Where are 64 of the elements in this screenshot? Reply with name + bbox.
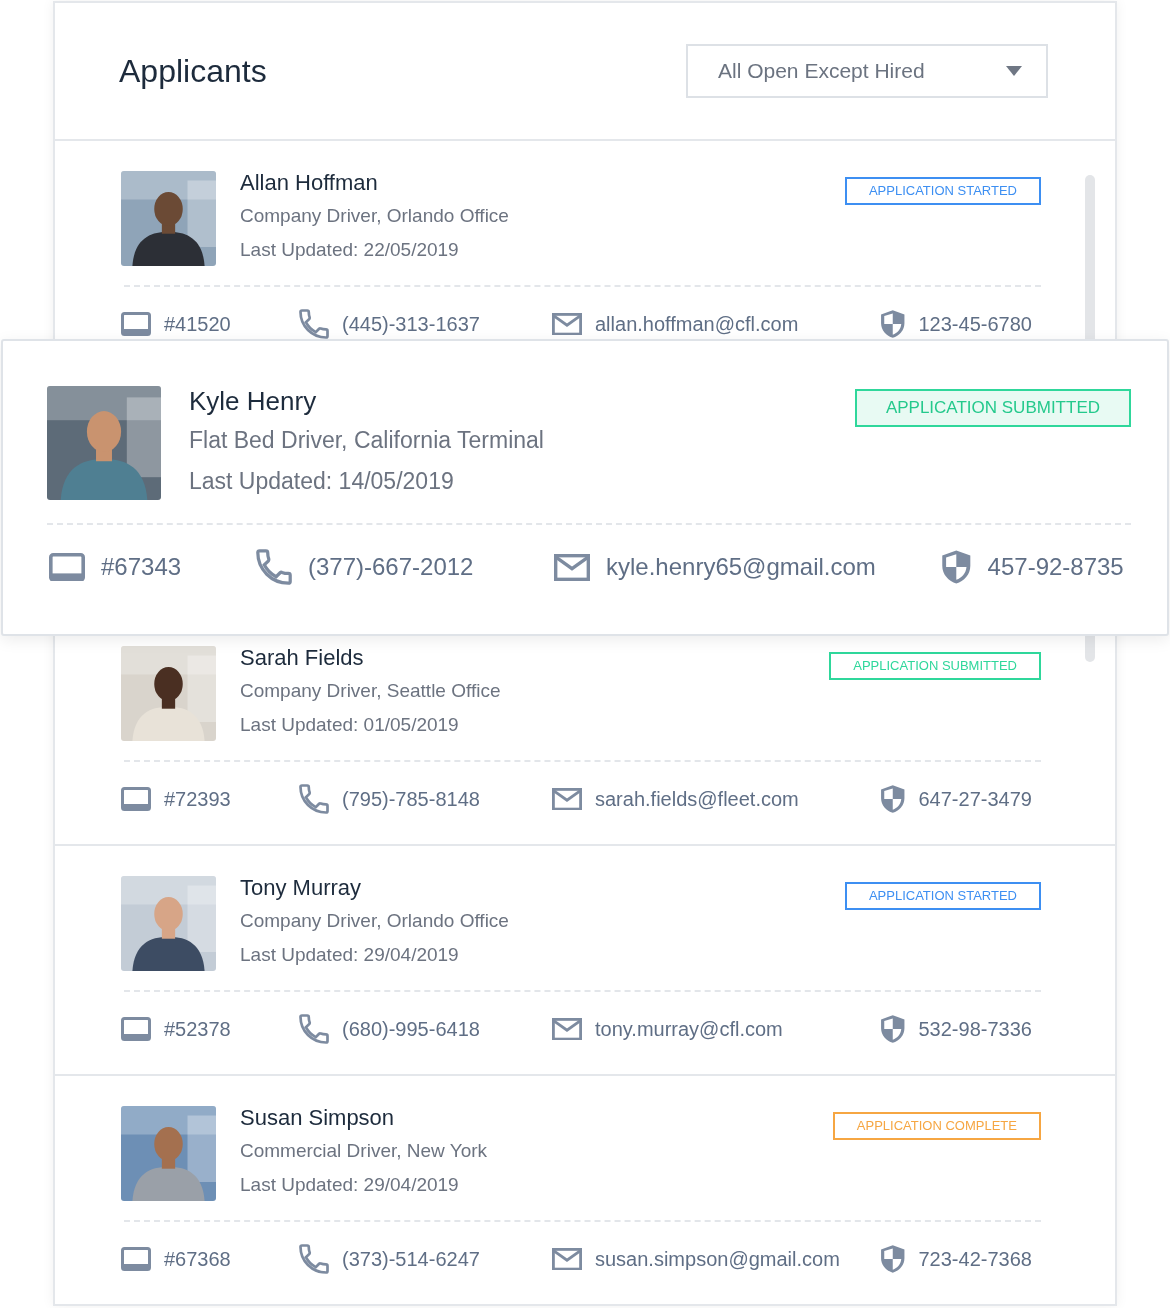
id-number: #67343	[101, 552, 182, 582]
ssn-number: 647-27-3479	[918, 787, 1032, 812]
job-title: Company Driver, Orlando Office	[240, 909, 510, 933]
applicant-name: Kyle Henry	[189, 386, 318, 416]
ssn-number: 532-98-7336	[918, 1017, 1032, 1042]
job-title: Company Driver, Seattle Office	[240, 679, 502, 703]
shield-icon	[880, 1014, 906, 1044]
ssn-number: 457-92-8735	[987, 552, 1124, 582]
id-number: #72393	[164, 787, 231, 812]
applicant-name: Sarah Fields	[240, 646, 365, 670]
tablet-icon	[121, 1247, 151, 1271]
phone-number: (445)-313-1637	[342, 312, 480, 337]
ssn-number: 723-42-7368	[918, 1247, 1032, 1272]
job-title: Flat Bed Driver, California Terminal	[189, 426, 545, 455]
id-number: #67368	[164, 1247, 231, 1272]
envelope-icon	[554, 553, 590, 581]
job-title: Company Driver, Orlando Office	[240, 204, 510, 228]
tablet-icon	[121, 312, 151, 336]
applicant-name: Susan Simpson	[240, 1106, 396, 1130]
phone-icon	[299, 309, 329, 339]
applicant-name: Allan Hoffman	[240, 171, 379, 195]
envelope-icon	[552, 1247, 582, 1271]
shield-icon	[880, 309, 906, 339]
tablet-icon	[49, 552, 85, 582]
last-updated: Last Updated: 01/05/2019	[240, 713, 460, 737]
applicant-name: Tony Murray	[240, 876, 363, 900]
phone-icon	[256, 549, 292, 585]
caret-icon	[1006, 66, 1022, 76]
status-badge: APPLICATION COMPLETE	[832, 1112, 1041, 1140]
phone-icon	[299, 784, 329, 814]
email-address: sarah.fields@fleet.com	[595, 787, 799, 812]
status-badge: APPLICATION SUBMITTED	[854, 389, 1131, 427]
status-badge: APPLICATION STARTED	[844, 882, 1041, 910]
shield-icon	[880, 1244, 906, 1274]
filter-dropdown[interactable]: All Open Except Hired	[686, 44, 1048, 98]
status-badge: APPLICATION STARTED	[844, 177, 1041, 205]
phone-number: (795)-785-8148	[342, 787, 480, 812]
phone-number: (680)-995-6418	[342, 1017, 480, 1042]
email-address: tony.murray@cfl.com	[595, 1017, 783, 1042]
tablet-icon	[121, 787, 151, 811]
last-updated: Last Updated: 14/05/2019	[189, 467, 455, 496]
last-updated: Last Updated: 22/05/2019	[240, 238, 460, 262]
shield-icon	[880, 784, 906, 814]
phone-number: (373)-514-6247	[342, 1247, 480, 1272]
phone-icon	[299, 1244, 329, 1274]
tablet-icon	[121, 1017, 151, 1041]
email-address: kyle.henry65@gmail.com	[606, 552, 876, 582]
email-address: allan.hoffman@cfl.com	[595, 312, 799, 337]
ssn-number: 123-45-6780	[918, 312, 1032, 337]
applicant-popover[interactable]: Kyle Henry Flat Bed Driver, California Terminal Last Updated: 14/05/2019 APPLICATION SUBMITTED #67343 (377)-667-2012 kyle.henry65@gmail.com 457-92-8735	[1, 339, 1169, 636]
envelope-icon	[552, 787, 582, 811]
id-number: #41520	[164, 312, 231, 337]
phone-number: (377)-667-2012	[308, 552, 474, 582]
envelope-icon	[552, 1017, 582, 1041]
job-title: Commercial Driver, New York	[240, 1139, 489, 1163]
envelope-icon	[552, 312, 582, 336]
phone-icon	[299, 1014, 329, 1044]
last-updated: Last Updated: 29/04/2019	[240, 1173, 460, 1197]
last-updated: Last Updated: 29/04/2019	[240, 943, 460, 967]
shield-icon	[941, 549, 972, 585]
status-badge: APPLICATION SUBMITTED	[829, 652, 1041, 680]
email-address: susan.simpson@gmail.com	[595, 1247, 840, 1272]
page-title: Applicants	[119, 52, 267, 91]
id-number: #52378	[164, 1017, 231, 1042]
